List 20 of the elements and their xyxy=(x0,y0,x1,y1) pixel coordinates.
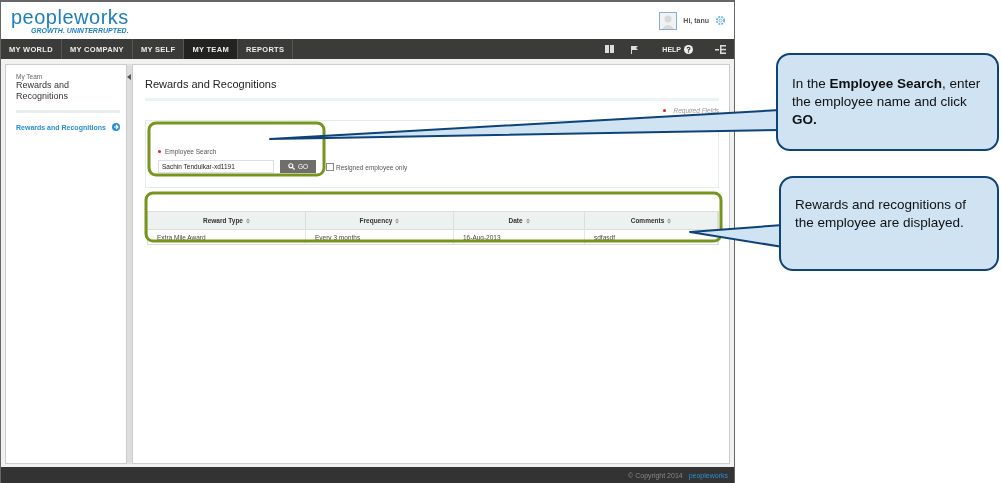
checkbox[interactable] xyxy=(326,163,334,171)
collapse-handle[interactable] xyxy=(126,64,132,464)
sort-icon xyxy=(667,217,672,224)
flag-icon[interactable] xyxy=(630,44,641,54)
callout-box: Rewards and recognitions of the employee are displayed. xyxy=(779,176,999,271)
arrow-circle-icon xyxy=(111,123,120,131)
sort-icon xyxy=(525,217,530,224)
book-icon[interactable] xyxy=(605,45,615,53)
sort-icon xyxy=(395,217,400,224)
logo: peopleworks xyxy=(11,7,129,27)
sitemap-icon[interactable] xyxy=(715,44,726,54)
settings-icon[interactable] xyxy=(715,15,726,26)
help-icon xyxy=(684,44,693,54)
sort-icon xyxy=(246,217,250,224)
avatar-icon[interactable] xyxy=(659,11,678,30)
sidebar-title: Rewards and Recognitions xyxy=(16,80,71,102)
required-marker xyxy=(663,109,667,112)
page-title: Rewards and Recognitions xyxy=(145,78,278,90)
callout-box: In the Employee Search, enter the employee name and click GO. xyxy=(776,53,999,151)
search-icon xyxy=(287,163,295,170)
